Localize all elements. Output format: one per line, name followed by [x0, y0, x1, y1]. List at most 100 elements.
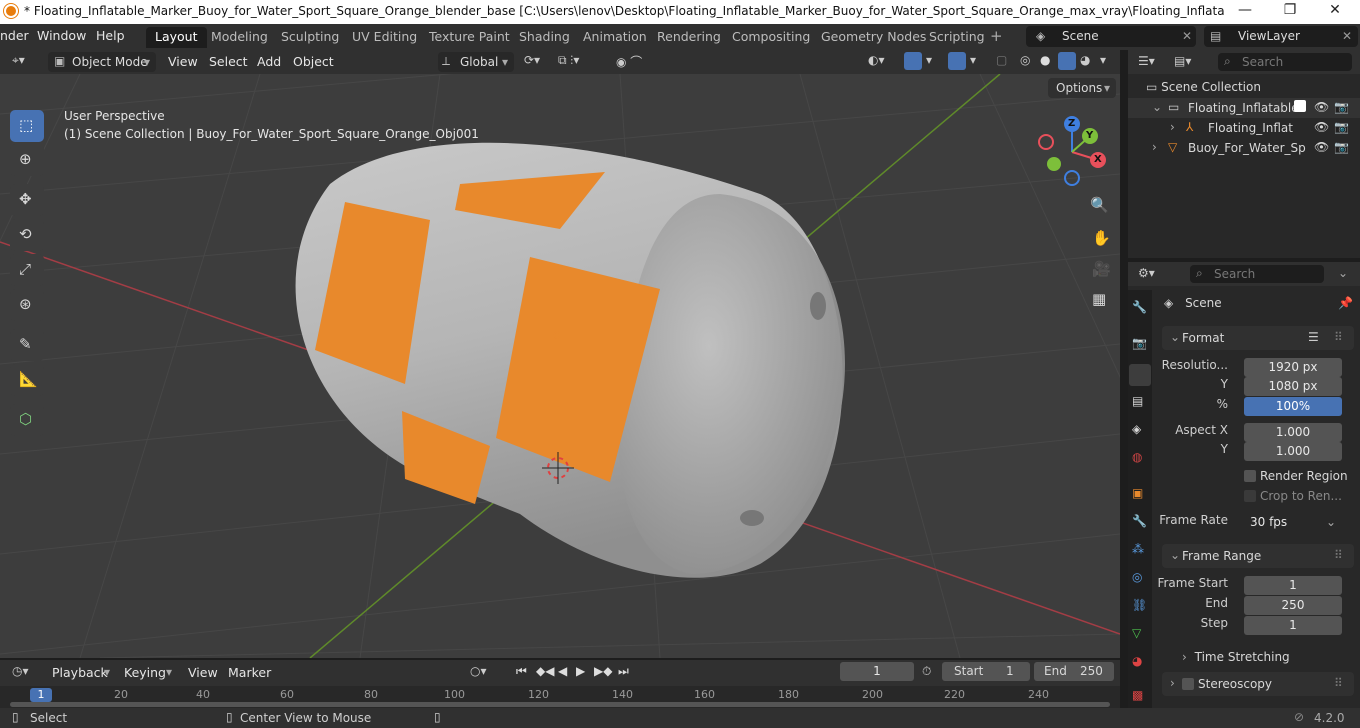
scale-tool[interactable]: ⤢: [10, 254, 44, 286]
chevron-down-icon[interactable]: ⌄: [1152, 100, 1162, 114]
play-reverse-icon[interactable]: ◀: [558, 664, 567, 678]
aspect-y-field[interactable]: 1.000: [1244, 442, 1342, 461]
overlay-toggle-icon[interactable]: [948, 52, 966, 70]
stereoscopy-panel-header[interactable]: › Stereoscopy ⠿: [1162, 672, 1354, 696]
prev-keyframe-icon[interactable]: ◆◀: [536, 664, 554, 678]
next-keyframe-icon[interactable]: ▶◆: [594, 664, 612, 678]
frame-range-panel-header[interactable]: ⌄ Frame Range ⠿: [1162, 544, 1354, 568]
outliner-item-floating-inflatable[interactable]: ⌄ ▭ Floating_Inflatable 👁 📷: [1128, 98, 1360, 118]
tab-compositing[interactable]: Compositing: [723, 27, 819, 48]
view-layer-selector[interactable]: ▤ ViewLayer ✕: [1204, 26, 1358, 47]
frame-rate-dropdown[interactable]: 30 fps ⌄: [1244, 513, 1342, 532]
transform-orientation-selector[interactable]: ⟂ Global ▾: [438, 52, 514, 72]
camera-icon[interactable]: 📷: [1334, 140, 1349, 154]
modifier-tab-icon[interactable]: 🔧: [1132, 514, 1147, 528]
solid-shading-icon[interactable]: ●: [1040, 53, 1050, 67]
preset-list-icon[interactable]: ☰: [1308, 330, 1319, 344]
minimize-button[interactable]: —: [1230, 2, 1260, 22]
start-frame-field[interactable]: Start 1: [942, 662, 1030, 681]
chevron-down-icon[interactable]: ⌄: [1338, 266, 1348, 280]
tab-texture-paint[interactable]: Texture Paint: [420, 27, 519, 48]
texture-tab-icon[interactable]: ▩: [1132, 688, 1143, 702]
scene-selector[interactable]: ◈ Scene ✕: [1026, 26, 1196, 47]
pivot-icon[interactable]: ⟳▾: [524, 53, 540, 67]
rendered-shading-icon[interactable]: ◕: [1080, 53, 1090, 67]
eye-icon[interactable]: 👁: [1314, 120, 1329, 134]
tab-modeling[interactable]: Modeling: [202, 27, 277, 48]
world-tab-icon[interactable]: ◍: [1132, 450, 1142, 464]
menu-render[interactable]: nder: [0, 28, 29, 43]
menu-object[interactable]: Object: [293, 54, 334, 69]
editor-type-icon[interactable]: ⌖▾: [12, 53, 25, 68]
menu-select[interactable]: Select: [209, 54, 248, 69]
data-tab-icon[interactable]: ▽: [1132, 626, 1141, 640]
select-box-tool[interactable]: ⬚: [10, 110, 44, 142]
aspect-x-field[interactable]: 1.000: [1244, 423, 1342, 442]
menu-keying[interactable]: Keying: [124, 665, 166, 680]
playhead[interactable]: 1: [30, 688, 52, 702]
camera-icon[interactable]: 🎥: [1092, 260, 1111, 278]
tab-rendering[interactable]: Rendering: [648, 27, 730, 48]
close-icon[interactable]: ✕: [1182, 29, 1192, 43]
render-region-checkbox[interactable]: Render Region: [1244, 468, 1354, 488]
stopwatch-icon[interactable]: ⏱: [922, 664, 931, 679]
camera-icon[interactable]: 📷: [1334, 120, 1349, 134]
gizmo-toggle-icon[interactable]: [904, 52, 922, 70]
outliner-item-floating-inflat[interactable]: › ⅄ Floating_Inflat 👁 📷: [1128, 118, 1360, 138]
output-tab-icon[interactable]: [1129, 364, 1151, 386]
constraints-tab-icon[interactable]: ⛓: [1132, 598, 1147, 612]
mode-selector[interactable]: ▣ Object Mode ▾: [48, 52, 156, 72]
zoom-icon[interactable]: 🔍: [1090, 196, 1109, 214]
checkbox-icon[interactable]: [1294, 100, 1306, 112]
chevron-down-icon[interactable]: ▾: [970, 53, 976, 67]
scene-collection-row[interactable]: ▭ Scene Collection: [1146, 80, 1261, 94]
resolution-percent-slider[interactable]: 100%: [1244, 397, 1342, 416]
drag-handle-icon[interactable]: ⠿: [1334, 330, 1343, 344]
pin-icon[interactable]: 📌: [1338, 296, 1353, 310]
tab-scripting[interactable]: Scripting: [920, 27, 994, 48]
resolution-y-field[interactable]: 1080 px: [1244, 377, 1342, 396]
tab-sculpting[interactable]: Sculpting: [272, 27, 348, 48]
3d-viewport[interactable]: User Perspective (1) Scene Collection | …: [0, 74, 1120, 658]
jump-start-icon[interactable]: ⏮: [516, 664, 527, 679]
menu-playback[interactable]: Playback: [52, 665, 108, 680]
annotate-tool[interactable]: ✎: [10, 329, 44, 361]
outliner-item-buoy[interactable]: › ▽ Buoy_For_Water_Sp 👁 📷: [1128, 138, 1360, 158]
play-icon[interactable]: ▶: [576, 664, 585, 678]
tab-animation[interactable]: Animation: [574, 27, 656, 48]
current-frame-field[interactable]: 1: [840, 662, 914, 681]
menu-window[interactable]: Window: [37, 28, 86, 43]
tool-tab-icon[interactable]: 🔧: [1132, 300, 1147, 314]
pan-hand-icon[interactable]: ✋: [1092, 229, 1111, 247]
material-tab-icon[interactable]: ◕: [1132, 654, 1142, 668]
chevron-down-icon[interactable]: ▾: [926, 53, 932, 67]
tab-shading[interactable]: Shading: [510, 27, 579, 48]
menu-help[interactable]: Help: [96, 28, 125, 43]
chevron-right-icon[interactable]: ›: [1152, 140, 1157, 154]
maximize-button[interactable]: ❐: [1275, 2, 1305, 22]
view-layer-tab-icon[interactable]: ▤: [1132, 394, 1143, 408]
editor-type-icon[interactable]: ⚙▾: [1138, 266, 1155, 280]
resolution-x-field[interactable]: 1920 px: [1244, 358, 1342, 377]
visibility-icon[interactable]: ◐▾: [868, 53, 885, 67]
ortho-grid-icon[interactable]: ▦: [1092, 290, 1106, 308]
xray-icon[interactable]: ▢: [996, 53, 1007, 67]
crop-checkbox[interactable]: Crop to Ren...: [1244, 488, 1354, 508]
timeline-scrollbar[interactable]: [10, 702, 1110, 707]
editor-type-icon[interactable]: ◷▾: [12, 664, 29, 678]
frame-start-field[interactable]: 1: [1244, 576, 1342, 595]
transform-tool[interactable]: ⊛: [10, 289, 44, 321]
add-cube-tool[interactable]: ⬡: [10, 404, 44, 436]
tab-uv-editing[interactable]: UV Editing: [343, 27, 426, 48]
close-button[interactable]: ✕: [1320, 2, 1350, 22]
menu-add[interactable]: Add: [257, 54, 281, 69]
options-dropdown[interactable]: Options ▾: [1048, 78, 1116, 98]
time-stretching-subpanel[interactable]: › Time Stretching: [1182, 650, 1290, 664]
particles-tab-icon[interactable]: ⁂: [1132, 542, 1144, 556]
chevron-right-icon[interactable]: ›: [1170, 120, 1175, 134]
drag-handle-icon[interactable]: ⠿: [1334, 676, 1343, 690]
material-shading-icon[interactable]: [1058, 52, 1076, 70]
eye-icon[interactable]: 👁: [1314, 140, 1329, 154]
proportional-edit-icon[interactable]: ◉ ⌒: [616, 53, 642, 70]
snap-icon[interactable]: ⧉ ⫶▾: [558, 53, 579, 68]
